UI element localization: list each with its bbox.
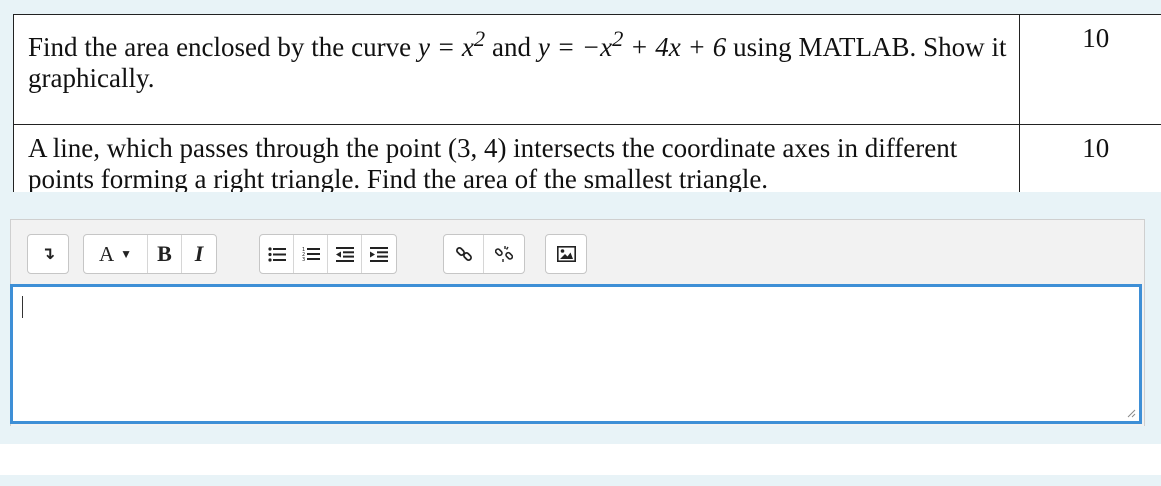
resize-handle-icon[interactable] xyxy=(1126,408,1136,418)
bold-button[interactable]: B xyxy=(148,235,182,273)
text-cursor xyxy=(22,296,23,318)
toolbar-group-links xyxy=(443,234,525,274)
table-row: A line, which passes through the point (… xyxy=(13,124,1161,192)
outdent-icon xyxy=(335,246,354,262)
equation-2: y = −x2 + 4x + 6 xyxy=(537,26,727,62)
italic-icon: I xyxy=(194,241,204,266)
next-question-block xyxy=(0,475,1161,486)
show-more-button[interactable]: ↴ xyxy=(28,235,68,273)
marks-cell: 10 xyxy=(1018,14,1161,125)
italic-button[interactable]: I xyxy=(182,235,216,273)
insert-image-button[interactable] xyxy=(546,235,586,273)
link-icon xyxy=(455,247,472,261)
question-block: Find the area enclosed by the curve y = … xyxy=(0,0,1161,444)
question-table: Find the area enclosed by the curve y = … xyxy=(13,14,1161,192)
show-more-icon: ↴ xyxy=(40,244,56,264)
unordered-list-button[interactable] xyxy=(260,235,294,273)
indent-button[interactable] xyxy=(362,235,396,273)
marks-cell: 10 xyxy=(1018,124,1161,192)
indent-icon xyxy=(370,246,388,262)
question-1-text: Find the area enclosed by the curve y = … xyxy=(28,26,1007,93)
image-icon xyxy=(556,246,576,262)
toolbar-group-collapse: ↴ xyxy=(27,234,69,274)
question-table-container: Find the area enclosed by the curve y = … xyxy=(13,14,1161,192)
chevron-down-icon: ▼ xyxy=(120,246,133,261)
unlink-icon xyxy=(495,246,513,262)
answer-textarea[interactable] xyxy=(10,284,1142,424)
outdent-button[interactable] xyxy=(328,235,362,273)
toolbar-group-lists: 123 xyxy=(259,234,397,274)
question-text-cell: Find the area enclosed by the curve y = … xyxy=(13,14,1020,125)
equation-1: y = x2 xyxy=(417,26,486,62)
link-button[interactable] xyxy=(444,235,484,273)
svg-text:3: 3 xyxy=(302,257,305,262)
font-style-button[interactable]: A ▼ xyxy=(84,235,148,273)
unordered-list-icon xyxy=(267,246,286,262)
unlink-button[interactable] xyxy=(484,235,524,273)
toolbar-group-media xyxy=(545,234,587,274)
question-2-text: A line, which passes through the point (… xyxy=(13,124,1020,192)
table-row: Find the area enclosed by the curve y = … xyxy=(13,14,1161,125)
ordered-list-button[interactable]: 123 xyxy=(294,235,328,273)
ordered-list-icon: 123 xyxy=(302,247,320,262)
font-style-icon: A xyxy=(98,241,115,266)
bold-icon: B xyxy=(157,241,172,266)
toolbar-group-format: A ▼ B I xyxy=(83,234,217,274)
